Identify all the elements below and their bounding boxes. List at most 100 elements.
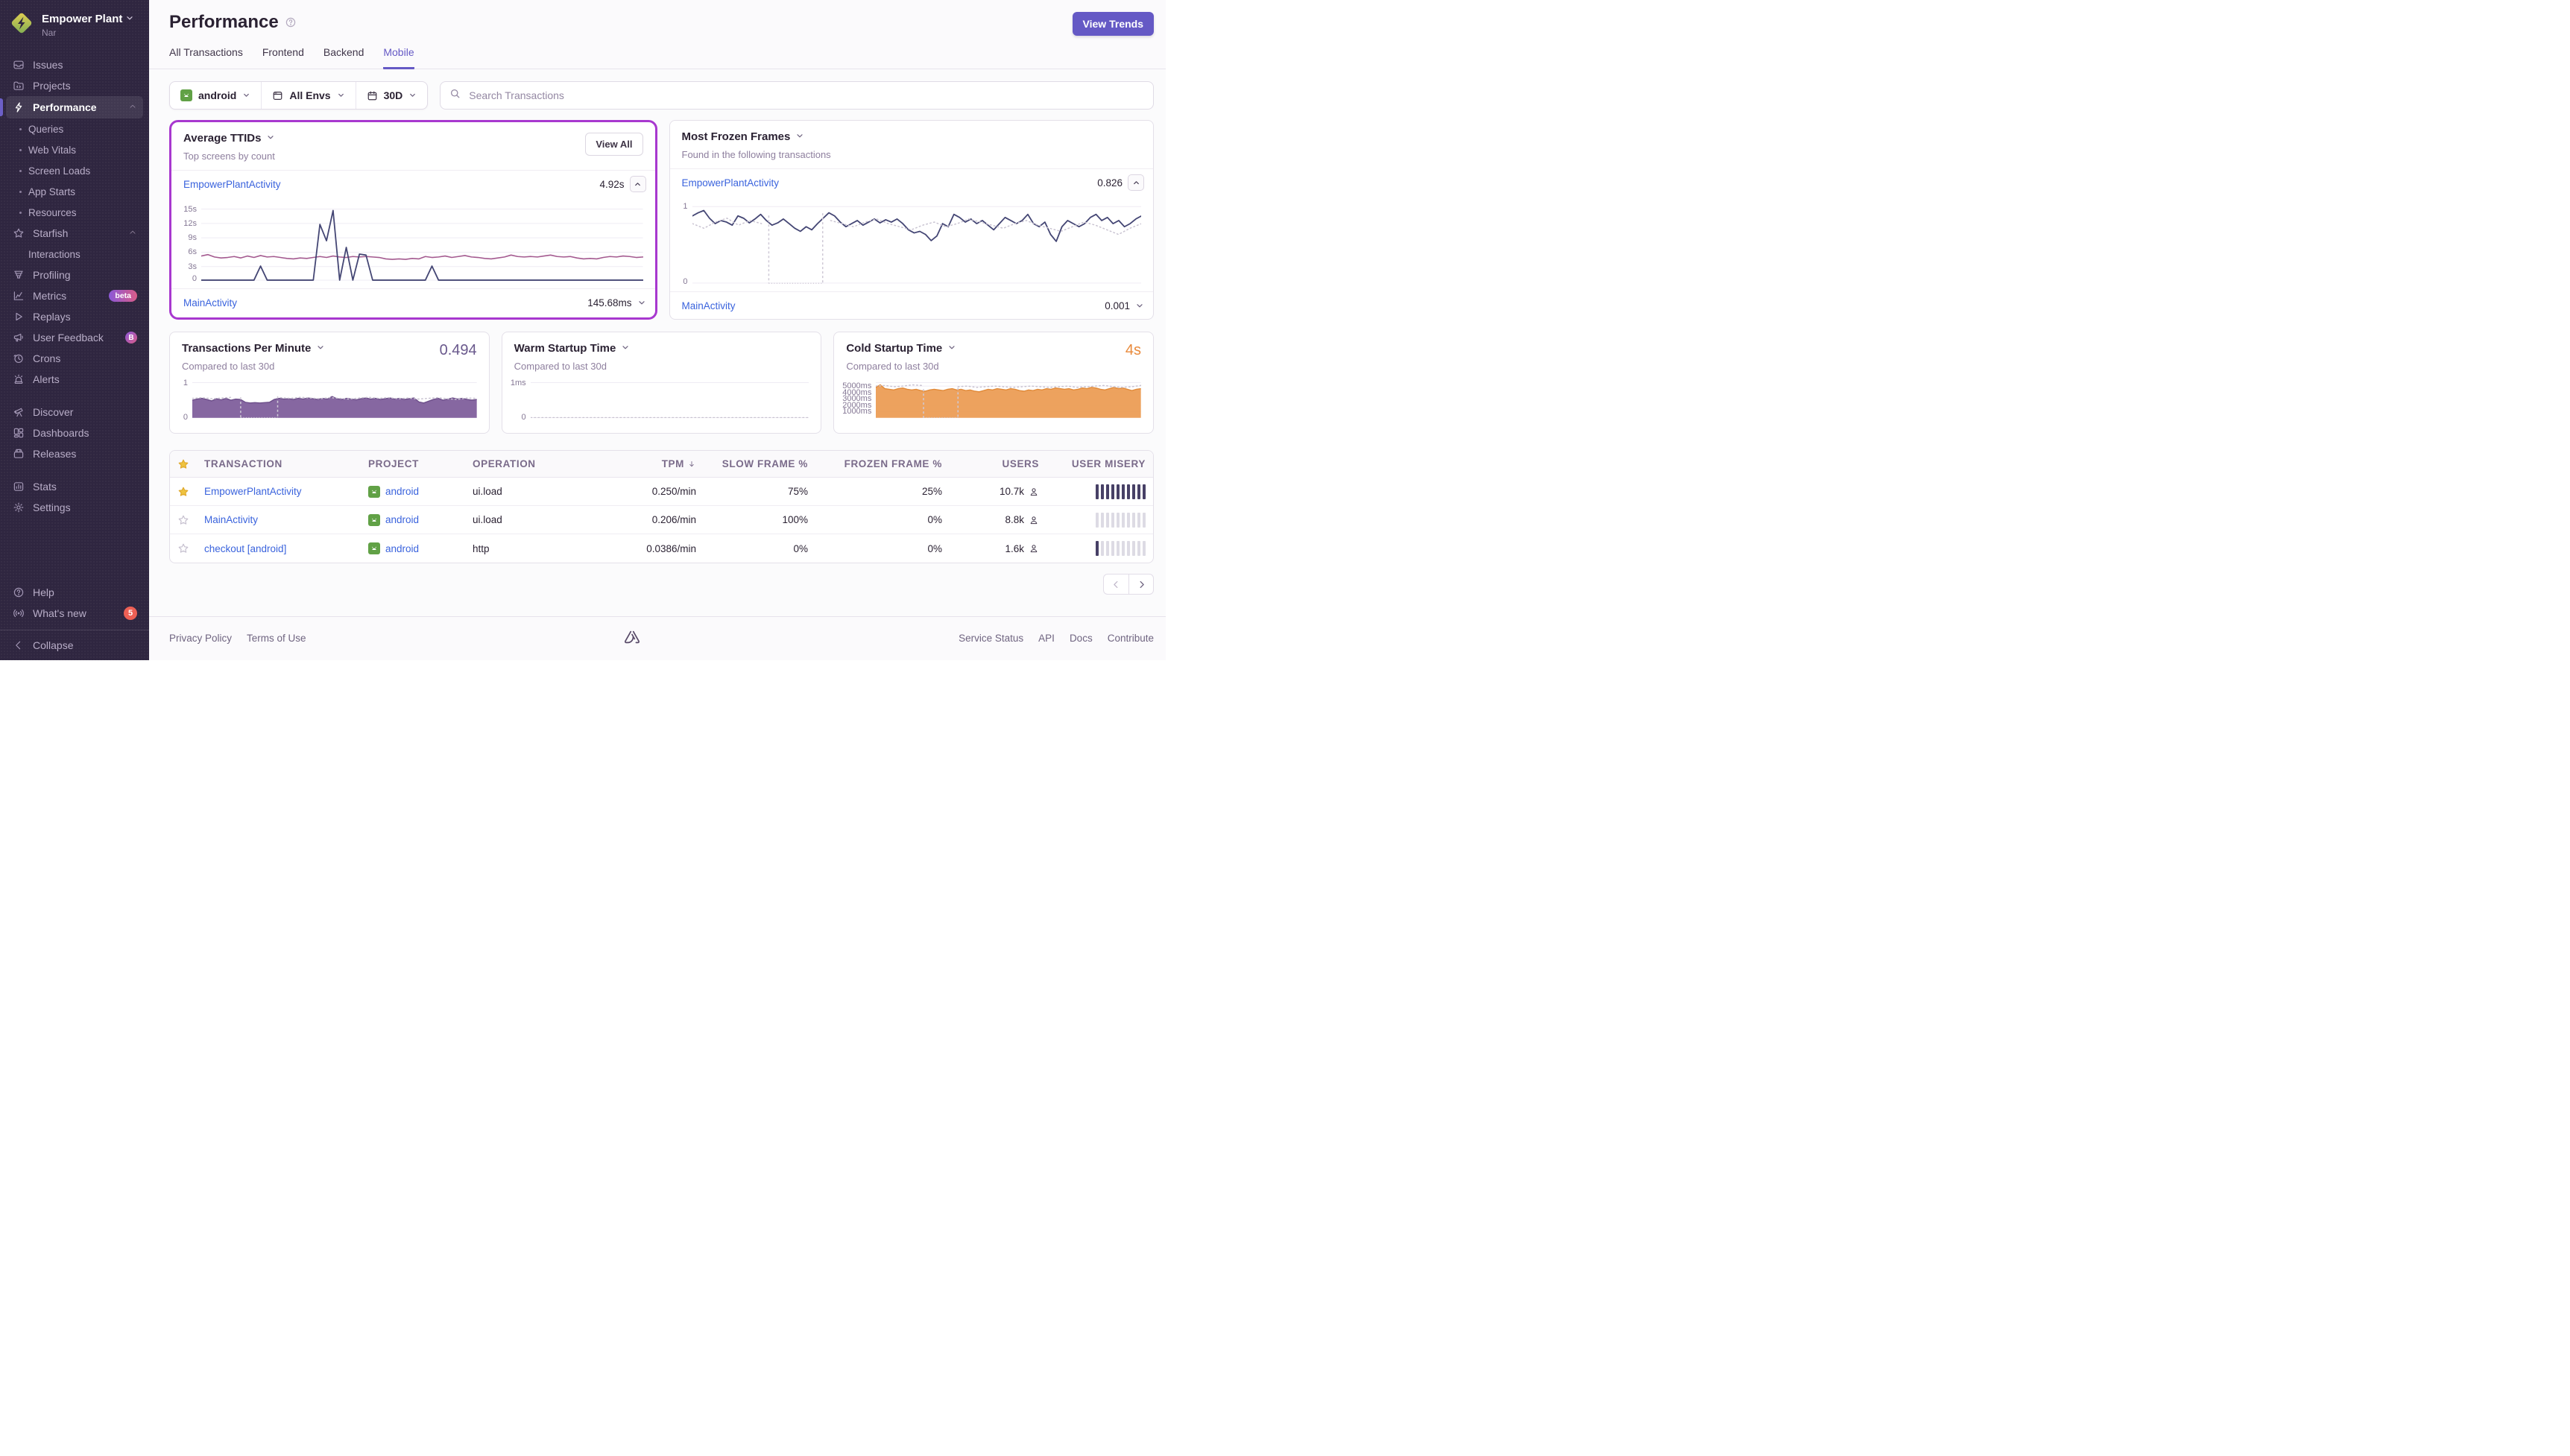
column-header-slow-frame[interactable]: SLOW FRAME % <box>704 458 815 469</box>
star-toggle[interactable] <box>170 514 197 526</box>
transaction-link[interactable]: MainActivity <box>204 514 258 525</box>
project-filter[interactable]: android <box>170 82 261 109</box>
column-header-users[interactable]: USERS <box>950 458 1046 469</box>
profiling-icon <box>12 268 25 282</box>
sidebar-item-metrics[interactable]: Metricsbeta <box>6 285 143 306</box>
transaction-link[interactable]: EmpowerPlantActivity <box>682 177 780 189</box>
table-row: EmpowerPlantActivityandroidui.load0.250/… <box>170 478 1153 506</box>
column-header-frozen-frame[interactable]: FROZEN FRAME % <box>815 458 950 469</box>
transaction-link[interactable]: checkout [android] <box>204 543 286 554</box>
lightning-icon <box>12 101 25 114</box>
warm-startup-title-dropdown[interactable]: Warm Startup Time <box>514 342 631 355</box>
transaction-link[interactable]: MainActivity <box>682 300 736 311</box>
page-title: Performance <box>169 12 279 33</box>
sidebar-item-collapse[interactable]: Collapse <box>6 635 143 656</box>
date-range-filter-label: 30D <box>384 89 403 101</box>
sidebar-item-resources[interactable]: Resources <box>6 202 143 223</box>
view-trends-button[interactable]: View Trends <box>1073 12 1154 36</box>
cold-startup-subtitle: Compared to last 30d <box>846 361 956 372</box>
date-range-filter[interactable]: 30D <box>356 82 428 109</box>
question-circle-icon[interactable] <box>285 16 297 28</box>
person-icon <box>1029 543 1039 554</box>
sidebar-item-user-feedback[interactable]: User FeedbackB <box>6 327 143 348</box>
expand-row-button[interactable] <box>1135 301 1144 310</box>
column-header-operation[interactable]: OPERATION <box>465 458 569 469</box>
footer-link-service-status[interactable]: Service Status <box>959 633 1023 644</box>
star-icon[interactable] <box>170 458 197 470</box>
bullet-icon <box>19 149 22 151</box>
project-link[interactable]: android <box>361 514 465 526</box>
sidebar-item-crons[interactable]: Crons <box>6 348 143 369</box>
transaction-link[interactable]: EmpowerPlantActivity <box>183 179 281 190</box>
collapse-row-button[interactable] <box>1128 174 1144 191</box>
y-axis-tick-label: 9s <box>188 233 197 242</box>
sidebar-item-discover[interactable]: Discover <box>6 402 143 422</box>
sidebar-item-starfish[interactable]: Starfish <box>6 223 143 244</box>
sidebar-item-interactions[interactable]: Interactions <box>6 244 143 265</box>
sidebar-item-alerts[interactable]: Alerts <box>6 369 143 390</box>
sidebar-item-issues[interactable]: Issues <box>6 54 143 75</box>
sidebar-item-releases[interactable]: Releases <box>6 443 143 464</box>
tab-all-transactions[interactable]: All Transactions <box>169 46 243 69</box>
average-ttids-title-dropdown[interactable]: Average TTIDs <box>183 132 275 145</box>
footer-link-docs[interactable]: Docs <box>1070 633 1093 644</box>
column-header-user-misery[interactable]: USER MISERY <box>1046 458 1153 469</box>
frozen-frames-value: 0.001 <box>1105 300 1130 311</box>
folder-icon <box>12 79 25 92</box>
sidebar-item-what-s-new[interactable]: What's new5 <box>6 603 143 624</box>
sidebar-item-help[interactable]: Help <box>6 582 143 603</box>
column-header-tpm[interactable]: TPM <box>569 458 704 469</box>
slow-frame-cell: 100% <box>704 514 815 525</box>
sidebar-item-profiling[interactable]: Profiling <box>6 265 143 285</box>
table-row: checkout [android]androidhttp0.0386/min0… <box>170 534 1153 563</box>
ttid-value: 145.68ms <box>587 297 631 308</box>
column-header-project[interactable]: PROJECT <box>361 458 465 469</box>
collapse-row-button[interactable] <box>630 176 646 192</box>
most-frozen-frames-title-dropdown[interactable]: Most Frozen Frames <box>682 130 805 143</box>
transaction-link[interactable]: MainActivity <box>183 297 237 308</box>
sidebar-item-performance[interactable]: Performance <box>6 96 143 118</box>
chevron-up-icon <box>128 227 137 239</box>
footer-link-privacy-policy[interactable]: Privacy Policy <box>169 633 232 644</box>
sidebar-item-settings[interactable]: Settings <box>6 497 143 518</box>
view-all-button[interactable]: View All <box>585 133 642 156</box>
project-link[interactable]: android <box>361 486 465 498</box>
star-toggle[interactable] <box>170 486 197 498</box>
footer-link-terms-of-use[interactable]: Terms of Use <box>247 633 306 644</box>
tab-frontend[interactable]: Frontend <box>262 46 304 69</box>
next-page-button[interactable] <box>1128 574 1154 595</box>
search-input[interactable] <box>467 89 1144 102</box>
most-frozen-frames-panel: Most Frozen Frames Found in the followin… <box>669 120 1155 320</box>
sidebar-item-projects[interactable]: Projects <box>6 75 143 96</box>
sidebar-item-screen-loads[interactable]: Screen Loads <box>6 160 143 181</box>
tab-mobile[interactable]: Mobile <box>383 46 414 69</box>
star-toggle[interactable] <box>170 542 197 554</box>
sidebar-item-app-starts[interactable]: App Starts <box>6 181 143 202</box>
frozen-frame-cell: 0% <box>815 514 950 525</box>
environment-filter[interactable]: All Envs <box>261 82 355 109</box>
sidebar-item-queries[interactable]: Queries <box>6 118 143 139</box>
sidebar-item-web-vitals[interactable]: Web Vitals <box>6 139 143 160</box>
chevron-down-icon <box>316 342 325 355</box>
tab-backend[interactable]: Backend <box>323 46 364 69</box>
operation-cell: ui.load <box>465 514 569 525</box>
sidebar-item-stats[interactable]: Stats <box>6 476 143 497</box>
sidebar-item-label: Settings <box>33 501 71 513</box>
sidebar-item-replays[interactable]: Replays <box>6 306 143 327</box>
chevron-down-icon <box>947 342 956 355</box>
cold-startup-title-dropdown[interactable]: Cold Startup Time <box>846 342 956 355</box>
org-switcher[interactable]: Empower Plant Nar <box>0 0 149 47</box>
footer-link-contribute[interactable]: Contribute <box>1108 633 1154 644</box>
warm-startup-chart: 1ms0 <box>502 378 821 425</box>
project-link[interactable]: android <box>361 542 465 554</box>
tpm-title-dropdown[interactable]: Transactions Per Minute <box>182 342 325 355</box>
expand-row-button[interactable] <box>637 298 646 307</box>
bullet-icon <box>19 170 22 172</box>
column-header-transaction[interactable]: TRANSACTION <box>197 458 361 469</box>
calendar-icon <box>367 90 378 101</box>
previous-page-button[interactable] <box>1103 574 1128 595</box>
sidebar-item-dashboards[interactable]: Dashboards <box>6 422 143 443</box>
average-ttids-chart: 15s12s9s6s3s0 <box>171 197 655 288</box>
transaction-link[interactable]: EmpowerPlantActivity <box>204 486 302 497</box>
footer-link-api[interactable]: API <box>1038 633 1055 644</box>
